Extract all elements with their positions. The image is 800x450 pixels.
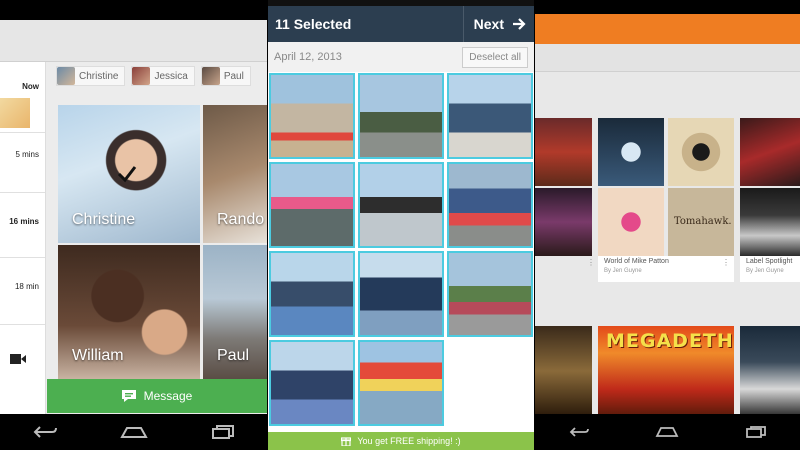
chip-label: Paul (223, 70, 244, 82)
promo-text: You get FREE shipping! :) (357, 436, 461, 446)
divider (0, 257, 45, 258)
album-cover[interactable] (740, 188, 800, 256)
contact-tile-christine[interactable]: Christine (58, 105, 200, 243)
photo-thumbnail[interactable] (358, 340, 444, 426)
album-cover[interactable] (598, 118, 664, 186)
sidebar-item-time[interactable]: 5 mins (15, 150, 39, 159)
back-icon[interactable] (28, 421, 62, 443)
playlist-subtitle: By Jen Guyne (604, 268, 642, 274)
back-icon[interactable] (562, 421, 596, 443)
divider (0, 324, 45, 325)
playlist-subtitle: By Jen Guyne (746, 268, 784, 274)
sidebar-item-time[interactable]: 18 min (15, 282, 39, 291)
divider (0, 192, 45, 193)
playlist-card[interactable]: World of Mike Patton By Jen Guyne ⋮ (598, 256, 734, 282)
playlist-card[interactable]: Label Spotlight By Jen Guyne (740, 256, 800, 282)
contact-name: Paul (217, 347, 250, 364)
deselect-all-button[interactable]: Deselect all (462, 46, 528, 68)
action-bar: 11 Selected Next (268, 6, 534, 42)
promo-banner[interactable]: You get FREE shipping! :) (268, 432, 534, 450)
album-cover[interactable] (598, 188, 664, 256)
contact-tile-paul[interactable]: Paul (203, 245, 267, 379)
album-cover[interactable] (535, 326, 592, 416)
message-button[interactable]: Message (47, 379, 267, 413)
contact-name: Christine (72, 211, 136, 228)
recipient-chip[interactable]: Paul (200, 66, 251, 86)
overflow-menu-icon[interactable]: ⋮ (587, 258, 595, 267)
recipient-chip[interactable]: Jessica (131, 66, 195, 86)
contact-tile-william[interactable]: William (58, 245, 200, 379)
photo-thumbnail[interactable] (447, 162, 533, 248)
music-app-panel: Tomahawk. World of Mike Patton By Jen Gu… (535, 0, 800, 450)
playlist-title: World of Mike Patton (604, 258, 669, 265)
playlist-title: Label Spotlight (746, 258, 793, 265)
tab-strip (535, 44, 800, 72)
date-label: April 12, 2013 (274, 51, 342, 63)
overflow-menu-icon[interactable]: ⋮ (722, 258, 730, 267)
sidebar-thumbnail[interactable] (0, 98, 30, 128)
album-art-text: MEGADETH (606, 330, 734, 352)
message-icon (121, 390, 136, 402)
album-cover[interactable]: Tomahawk. (668, 188, 734, 256)
selection-count-title: 11 Selected (275, 16, 352, 32)
photo-thumbnail[interactable] (447, 251, 533, 337)
photo-thumbnail[interactable] (447, 73, 533, 159)
action-bar (535, 14, 800, 44)
photo-thumbnail[interactable] (269, 73, 355, 159)
avatar (201, 67, 220, 85)
album-cover[interactable] (740, 326, 800, 416)
check-icon (117, 166, 137, 183)
home-icon[interactable] (650, 421, 684, 443)
recents-icon[interactable] (206, 421, 240, 443)
album-cover[interactable] (535, 188, 592, 256)
status-bar (0, 0, 267, 20)
navigation-bar (535, 414, 800, 450)
photo-thumbnail[interactable] (358, 251, 444, 337)
photo-thumbnail[interactable] (269, 162, 355, 248)
action-bar (0, 20, 267, 62)
album-cover[interactable] (668, 118, 734, 186)
avatar (132, 67, 151, 85)
status-bar (535, 0, 800, 14)
contact-tile-rando[interactable]: Rando (203, 105, 267, 243)
recents-icon[interactable] (739, 421, 773, 443)
video-icon[interactable] (10, 354, 26, 364)
arrow-right-icon (513, 18, 526, 30)
people-app-panel: Now 5 mins 16 mins 18 min Christine Jess… (0, 0, 267, 450)
album-cover[interactable]: MEGADETH (598, 326, 734, 416)
contact-name: Rando (217, 211, 265, 228)
sidebar-item-time[interactable]: 16 mins (9, 217, 39, 226)
avatar (57, 67, 75, 85)
album-cover[interactable] (535, 118, 592, 186)
message-label: Message (143, 389, 193, 403)
contact-grid: Christine Rando William Paul (58, 105, 267, 379)
photo-thumbnail[interactable] (358, 73, 444, 159)
album-cover[interactable] (740, 118, 800, 186)
photo-thumbnail[interactable] (358, 162, 444, 248)
chip-label: Christine (79, 70, 119, 82)
date-header: April 12, 2013 Deselect all (268, 42, 534, 72)
contact-name: William (72, 347, 124, 364)
sidebar-item-time[interactable]: Now (22, 82, 39, 91)
photo-thumbnail[interactable] (269, 251, 355, 337)
gift-icon (341, 437, 352, 446)
album-art-text: Tomahawk. (674, 216, 732, 227)
recipient-chip[interactable]: Christine (56, 66, 126, 86)
photo-picker-panel: 11 Selected Next April 12, 2013 Deselect… (267, 0, 535, 450)
home-icon[interactable] (117, 421, 151, 443)
screenshot-collage: Now 5 mins 16 mins 18 min Christine Jess… (0, 0, 800, 450)
next-label: Next (473, 16, 504, 32)
divider (0, 132, 45, 133)
next-button[interactable]: Next (462, 6, 534, 42)
chip-label: Jessica (154, 70, 188, 82)
recent-activity-sidebar: Now 5 mins 16 mins 18 min (0, 62, 46, 414)
photo-thumbnail[interactable] (269, 340, 355, 426)
recipient-chips: Christine Jessica Paul (56, 66, 267, 88)
navigation-bar (0, 414, 267, 450)
